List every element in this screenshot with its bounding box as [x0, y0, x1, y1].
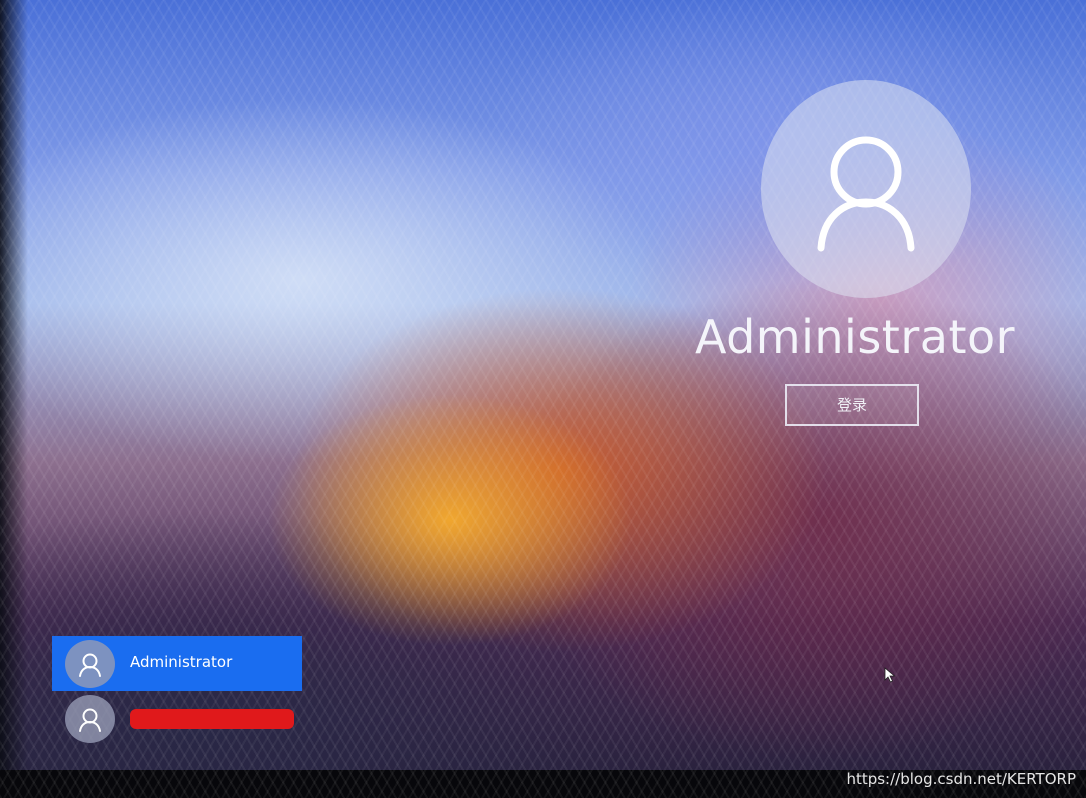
user-avatar-icon [817, 136, 915, 252]
lock-screen-background: Administrator 登录 Administrator https://b… [0, 0, 1086, 798]
user-avatar-large [761, 80, 971, 298]
redaction-mark [130, 709, 294, 729]
user-avatar-small [65, 695, 115, 743]
user-avatar-icon [79, 653, 101, 677]
user-avatar-small [65, 640, 115, 688]
user-list-item-label: Administrator [130, 653, 233, 671]
monitor-bezel-left [0, 0, 28, 798]
user-list: Administrator [52, 636, 302, 746]
sign-in-button[interactable]: 登录 [785, 384, 919, 426]
selected-user-name: Administrator [694, 310, 1016, 364]
mouse-pointer-icon [884, 667, 896, 683]
user-avatar-icon [79, 708, 101, 732]
user-list-item-redacted[interactable] [52, 691, 302, 746]
watermark-text: https://blog.csdn.net/KERTORP [846, 770, 1076, 788]
user-list-item-administrator[interactable]: Administrator [52, 636, 302, 691]
